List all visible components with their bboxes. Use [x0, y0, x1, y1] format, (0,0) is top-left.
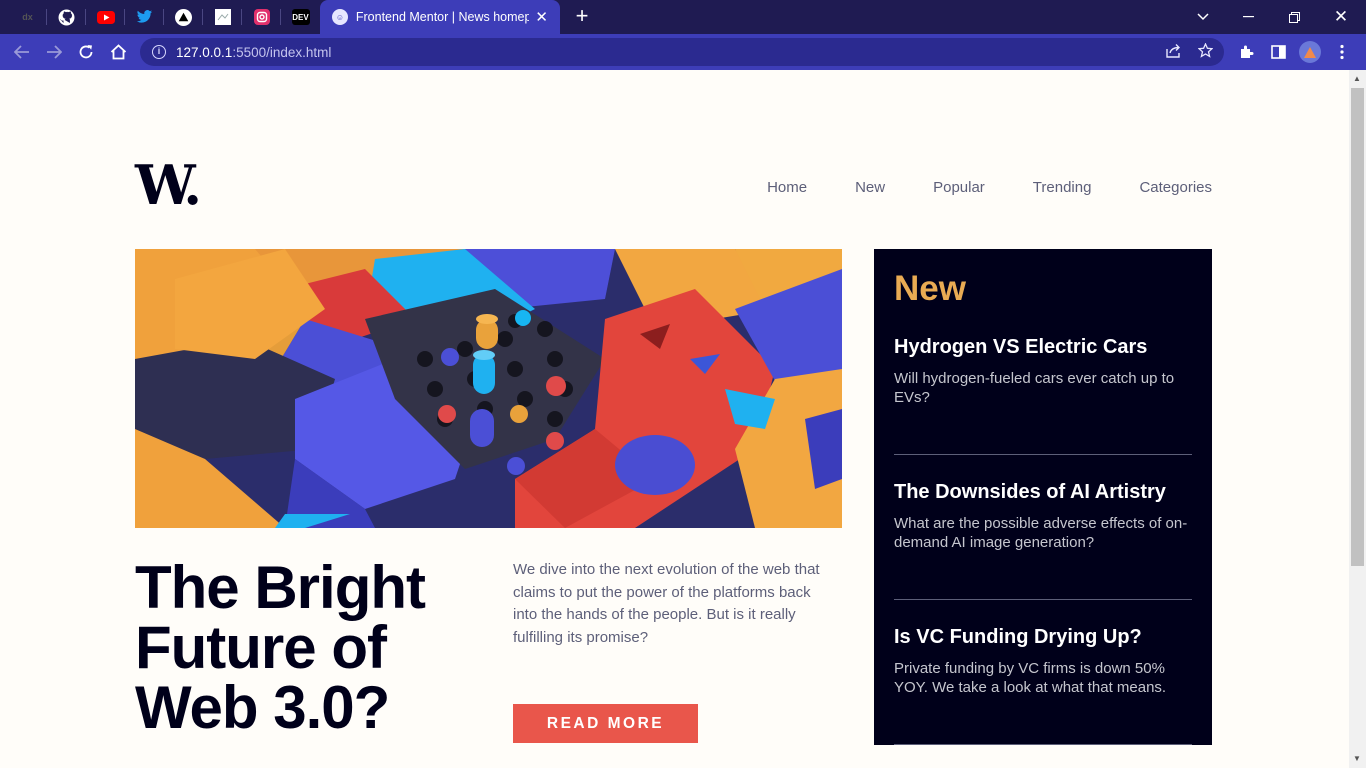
profile-avatar[interactable]	[1299, 41, 1321, 63]
hero-image	[135, 249, 842, 528]
nav-popular[interactable]: Popular	[933, 179, 985, 196]
pinned-tab-dev[interactable]: DEV	[281, 0, 320, 34]
nav-categories[interactable]: Categories	[1139, 179, 1212, 196]
address-bar[interactable]: i 127.0.0.1:5500/index.html	[140, 38, 1224, 66]
frontend-mentor-icon: ☺	[332, 9, 348, 25]
instagram-icon	[253, 9, 270, 25]
pinned-tab-dx[interactable]: dx	[8, 0, 47, 34]
hero-headline: The Bright Future of Web 3.0?	[135, 554, 426, 741]
nav-new[interactable]: New	[855, 179, 885, 196]
scrollbar-thumb[interactable]	[1351, 88, 1364, 566]
share-icon[interactable]	[1166, 43, 1181, 61]
page-viewport: W. Home New Popular Trending Categories	[0, 70, 1349, 768]
new-tab-button[interactable]: +	[568, 4, 596, 30]
news-item-text: Will hydrogen-fueled cars ever catch up …	[894, 370, 1175, 406]
pinned-tab-twitter[interactable]	[125, 0, 164, 34]
scroll-up-icon[interactable]: ▲	[1353, 74, 1361, 83]
forward-icon[interactable]	[40, 38, 68, 66]
reload-icon[interactable]	[72, 38, 100, 66]
pinned-tab-mail[interactable]	[203, 0, 242, 34]
mail-icon	[214, 9, 231, 25]
tab-title: Frontend Mentor | News homepage	[355, 10, 530, 24]
main-nav: Home New Popular Trending Categories	[767, 179, 1212, 196]
scroll-down-icon[interactable]: ▼	[1353, 754, 1361, 763]
new-section-title: New	[894, 269, 966, 308]
github-icon	[58, 9, 75, 25]
menu-kebab-icon[interactable]	[1328, 38, 1356, 66]
news-item[interactable]: Is VC Funding Drying Up? Private funding…	[894, 625, 1192, 697]
pinned-tab-instagram[interactable]	[242, 0, 281, 34]
restore-icon[interactable]	[1271, 0, 1317, 34]
twitter-icon	[136, 10, 153, 23]
new-articles-panel: New Hydrogen VS Electric Cars Will hydro…	[874, 249, 1212, 745]
extensions-icon[interactable]	[1232, 38, 1260, 66]
news-item[interactable]: Hydrogen VS Electric Cars Will hydrogen-…	[894, 335, 1192, 407]
pinned-tab-youtube[interactable]	[86, 0, 125, 34]
bookmark-star-icon[interactable]	[1197, 42, 1214, 61]
divider	[894, 599, 1192, 600]
dx-icon: dx	[22, 12, 33, 22]
news-item-title[interactable]: Is VC Funding Drying Up?	[894, 625, 1192, 649]
nav-home[interactable]: Home	[767, 179, 807, 196]
side-panel-icon[interactable]	[1264, 38, 1292, 66]
back-icon[interactable]	[8, 38, 36, 66]
tab-close-icon[interactable]: ✕	[535, 8, 548, 26]
browser-toolbar: i 127.0.0.1:5500/index.html	[0, 34, 1366, 70]
tab-strip: dx DEV ☺ Frontend Mentor | News homepage…	[0, 0, 1366, 34]
divider	[894, 744, 1192, 745]
nav-trending[interactable]: Trending	[1033, 179, 1092, 196]
news-item-text: What are the possible adverse effects of…	[894, 515, 1188, 551]
page-scrollbar[interactable]: ▲ ▼	[1349, 70, 1366, 768]
news-item-text: Private funding by VC firms is down 50% …	[894, 660, 1167, 696]
close-window-icon[interactable]: ✕	[1318, 0, 1364, 34]
vercel-icon	[175, 8, 192, 26]
home-icon[interactable]	[104, 38, 132, 66]
news-item-title[interactable]: The Downsides of AI Artistry	[894, 480, 1192, 504]
tab-search-icon[interactable]	[1180, 0, 1226, 34]
divider	[894, 454, 1192, 455]
pinned-tab-github[interactable]	[47, 0, 86, 34]
site-info-icon[interactable]: i	[152, 45, 166, 59]
hero-description: We dive into the next evolution of the w…	[513, 561, 820, 646]
minimize-icon[interactable]	[1225, 0, 1271, 34]
youtube-icon	[96, 10, 115, 24]
url-text[interactable]: 127.0.0.1:5500/index.html	[176, 45, 331, 60]
pinned-tab-vercel[interactable]	[164, 0, 203, 34]
dev-icon: DEV	[291, 9, 310, 25]
site-logo[interactable]: W.	[135, 158, 202, 212]
tab-active[interactable]: ☺ Frontend Mentor | News homepage ✕	[320, 0, 560, 34]
news-item-title[interactable]: Hydrogen VS Electric Cars	[894, 335, 1192, 359]
read-more-button[interactable]: READ MORE	[513, 704, 698, 743]
news-item[interactable]: The Downsides of AI Artistry What are th…	[894, 480, 1192, 552]
